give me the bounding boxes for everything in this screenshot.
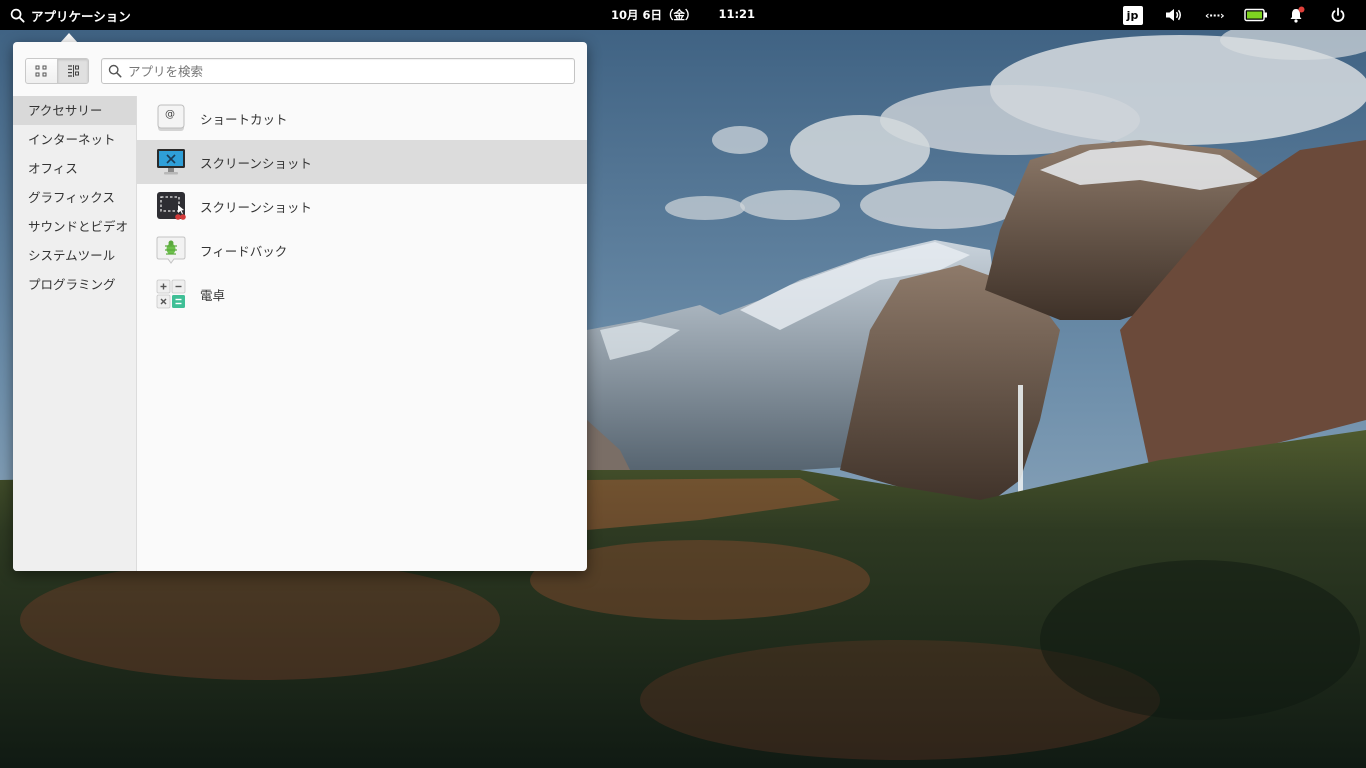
notifications-indicator[interactable] bbox=[1276, 0, 1317, 30]
search-icon bbox=[108, 64, 122, 78]
search-icon bbox=[10, 8, 25, 23]
app-label: フィードバック bbox=[200, 243, 288, 259]
app-item-screenshot-2[interactable]: スクリーンショット bbox=[137, 184, 587, 228]
category-office[interactable]: オフィス bbox=[13, 154, 136, 183]
category-sound-video[interactable]: サウンドとビデオ bbox=[13, 212, 136, 241]
category-accessories[interactable]: アクセサリー bbox=[13, 96, 136, 125]
app-label: 電卓 bbox=[200, 287, 226, 303]
sound-indicator[interactable] bbox=[1153, 0, 1194, 30]
keyboard-layout-badge: jp bbox=[1122, 5, 1143, 25]
applications-menu-button[interactable]: アプリケーション bbox=[6, 0, 135, 30]
screenshot-monitor-icon bbox=[157, 149, 185, 175]
network-wired-icon: ‹···› bbox=[1204, 8, 1225, 22]
category-system-tools[interactable]: システムツール bbox=[13, 241, 136, 270]
applications-menu: アクセサリー インターネット オフィス グラフィックス サウンドとビデオ システ… bbox=[13, 42, 587, 571]
app-search-field bbox=[101, 58, 575, 84]
view-mode-switcher bbox=[25, 58, 89, 84]
time-label: 11:21 bbox=[718, 7, 756, 21]
session-indicator[interactable] bbox=[1317, 0, 1358, 30]
power-icon bbox=[1331, 7, 1344, 22]
keyboard-layout-indicator[interactable]: jp bbox=[1112, 0, 1153, 30]
screenshot-selection-icon bbox=[157, 192, 186, 220]
date-label: 10月 6日（金） bbox=[610, 8, 697, 22]
app-item-feedback[interactable]: フィードバック bbox=[137, 228, 587, 272]
power-indicator[interactable] bbox=[1235, 0, 1276, 30]
battery-icon bbox=[1243, 8, 1267, 22]
grid-icon bbox=[35, 65, 47, 77]
app-list: @ ショートカット スクリーンショット スクリーンショット フィードバック 電卓 bbox=[137, 96, 587, 316]
category-view-button[interactable] bbox=[56, 59, 88, 83]
volume-icon bbox=[1165, 9, 1181, 21]
keyboard-shortcut-icon: @ bbox=[157, 104, 185, 131]
top-panel: アプリケーション 10月 6日（金） 11:21 jp ‹···› bbox=[0, 0, 1366, 30]
grid-view-button[interactable] bbox=[26, 59, 57, 83]
app-item-screenshot[interactable]: スクリーンショット bbox=[137, 140, 587, 184]
category-graphics[interactable]: グラフィックス bbox=[13, 183, 136, 212]
calculator-icon bbox=[156, 279, 186, 309]
app-search-input[interactable] bbox=[128, 63, 558, 79]
app-label: スクリーンショット bbox=[200, 199, 312, 215]
app-label: スクリーンショット bbox=[200, 155, 312, 171]
feedback-bug-icon bbox=[156, 236, 186, 264]
app-item-shortcuts[interactable]: @ ショートカット bbox=[137, 96, 587, 140]
svg-text:@: @ bbox=[165, 109, 175, 120]
notification-bell-icon bbox=[1290, 6, 1304, 23]
category-internet[interactable]: インターネット bbox=[13, 125, 136, 154]
category-list-icon bbox=[67, 65, 79, 77]
category-programming[interactable]: プログラミング bbox=[13, 270, 136, 299]
menu-header bbox=[13, 42, 587, 96]
datetime-indicator[interactable]: 10月 6日（金） 11:21 bbox=[611, 7, 755, 23]
app-label: ショートカット bbox=[200, 111, 288, 127]
network-indicator[interactable]: ‹···› bbox=[1194, 0, 1235, 30]
applications-label: アプリケーション bbox=[31, 8, 131, 24]
category-sidebar: アクセサリー インターネット オフィス グラフィックス サウンドとビデオ システ… bbox=[13, 96, 137, 571]
app-item-calculator[interactable]: 電卓 bbox=[137, 272, 587, 316]
